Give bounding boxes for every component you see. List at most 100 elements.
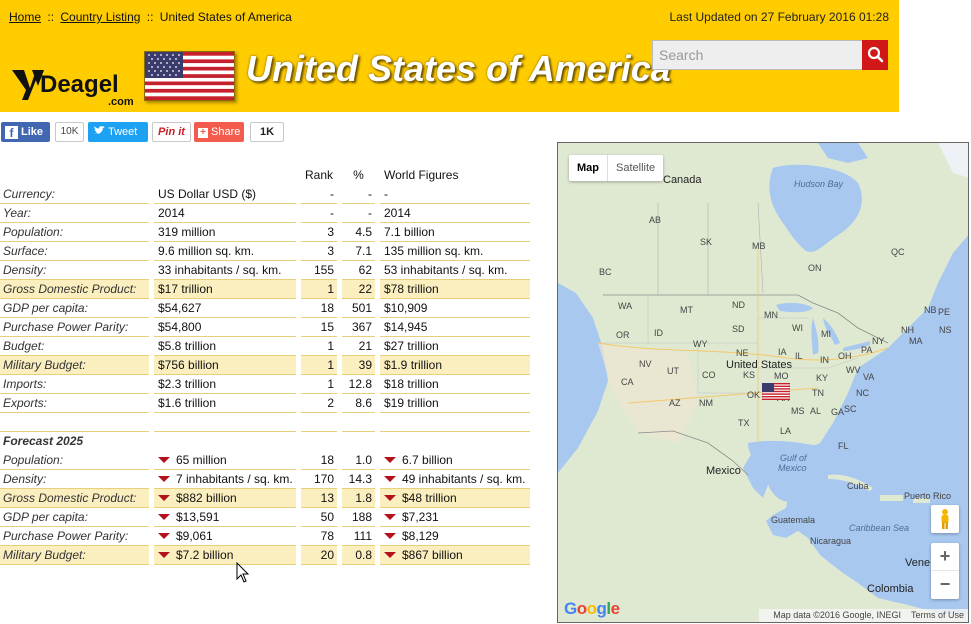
map-label-united-states: United States — [726, 359, 793, 371]
breadcrumb-current: United States of America — [159, 10, 292, 24]
row-label: Exports: — [0, 394, 149, 413]
down-arrow-icon — [158, 514, 170, 520]
down-arrow-icon — [384, 514, 396, 520]
google-logo-text: Google — [564, 599, 620, 618]
map-label-pa: PA — [861, 345, 873, 355]
row-world-figure-text: - — [384, 187, 388, 201]
row-rank-text: 2 — [327, 396, 334, 410]
search-button[interactable] — [862, 40, 888, 70]
row-label: Year: — [0, 204, 149, 223]
twitter-bird-icon — [94, 122, 105, 142]
row-rank-text: 3 — [327, 244, 334, 258]
row-world-figure-text: 53 inhabitants / sq. km. — [384, 263, 508, 277]
map-label-sk: SK — [700, 237, 713, 247]
row-percent-text: 367 — [351, 320, 372, 334]
zoom-out-button[interactable]: − — [931, 571, 959, 599]
table-row: Gross Domestic Product: $17 trillion 1 22 $7… — [0, 280, 530, 299]
row-value: $9,061 — [154, 527, 296, 546]
table-row: Density: 33 inhabitants / sq. km. 155 62 53 … — [0, 261, 530, 280]
row-percent-text: 14.3 — [348, 472, 372, 486]
row-rank-text: 50 — [320, 510, 334, 524]
row-world-figure-text: $8,129 — [402, 529, 439, 543]
plus-icon: + — [198, 128, 208, 138]
row-percent: 1.8 — [342, 489, 375, 508]
row-world-figure-text: 7.1 billion — [384, 225, 435, 239]
terms-of-use-link[interactable]: Terms of Use — [911, 610, 964, 620]
row-rank: 50 — [301, 508, 337, 527]
facebook-like-button[interactable]: f Like — [1, 122, 50, 142]
row-label-text: Purchase Power Parity: — [3, 529, 129, 543]
facebook-like-count: 10K — [55, 122, 84, 142]
row-value: $1.6 trillion — [154, 394, 296, 413]
share-count: 1K — [250, 122, 284, 142]
row-world-figure-text: 49 inhabitants / sq. km. — [402, 472, 526, 486]
row-world-figure-text: $48 trillion — [402, 491, 457, 505]
map-label-wi: WI — [792, 323, 803, 333]
breadcrumb-separator: :: — [47, 10, 55, 24]
map-label-ma: MA — [909, 336, 923, 346]
row-percent: - — [342, 204, 375, 223]
search-input[interactable] — [652, 40, 863, 70]
deagel-logo-mark-icon: Deagel .com — [12, 70, 134, 108]
row-world-figure: 7.1 billion — [380, 223, 530, 242]
row-percent-text: 62 — [358, 263, 372, 277]
down-arrow-icon — [384, 533, 396, 539]
map-label-nicaragua: Nicaragua — [810, 536, 852, 546]
row-value: 2014 — [154, 204, 296, 223]
map-view-tab[interactable]: Map — [569, 155, 607, 181]
breadcrumb-home-link[interactable]: Home — [9, 10, 41, 24]
map-label-ab: AB — [649, 215, 662, 225]
country-flag-marker[interactable] — [762, 383, 790, 400]
row-percent-text: 501 — [351, 301, 372, 315]
row-label: GDP per capita: — [0, 299, 149, 318]
map-label-ms: MS — [791, 406, 805, 416]
pinterest-pin-button[interactable]: Pin it — [152, 122, 191, 142]
row-rank-text: 15 — [320, 320, 334, 334]
logo-text: Deagel — [40, 71, 119, 98]
row-world-figure: $867 billion — [380, 546, 530, 565]
row-label-text: Imports: — [3, 377, 47, 391]
row-rank-text: 1 — [327, 339, 334, 353]
row-percent-text: - — [368, 187, 372, 201]
row-world-figure: 53 inhabitants / sq. km. — [380, 261, 530, 280]
row-value-text: $2.3 trillion — [158, 377, 217, 391]
google-logo[interactable]: Google — [564, 599, 620, 619]
table-row: Density: 7 inhabitants / sq. km. 170 14.3 49… — [0, 470, 530, 489]
row-rank: 20 — [301, 546, 337, 565]
map-label-nv: NV — [639, 359, 652, 369]
row-label: Density: — [0, 470, 149, 489]
row-percent-text: 111 — [353, 529, 372, 543]
deagel-logo[interactable]: Deagel .com — [10, 66, 136, 108]
map-label-nb: NB — [924, 305, 937, 315]
map-label-ut: UT — [667, 366, 679, 376]
down-arrow-icon — [384, 495, 396, 501]
spacer-row — [0, 413, 530, 432]
world-figures-column-header: World Figures — [384, 168, 459, 182]
table-row: Currency: US Dollar USD ($) - - - — [0, 185, 530, 204]
row-rank: 18 — [301, 451, 337, 470]
satellite-view-tab[interactable]: Satellite — [607, 155, 663, 181]
zoom-in-button[interactable]: + — [931, 543, 959, 571]
row-value-text: 319 million — [158, 225, 216, 239]
row-world-figure-text: 135 million sq. km. — [384, 244, 484, 258]
tweet-button[interactable]: Tweet — [88, 122, 148, 142]
row-value-text: $7.2 billion — [176, 548, 234, 562]
row-world-figure-text: $18 trillion — [384, 377, 439, 391]
row-label: Density: — [0, 261, 149, 280]
street-view-pegman-button[interactable] — [931, 505, 959, 533]
row-percent-text: 39 — [358, 358, 372, 372]
row-world-figure-text: $14,945 — [384, 320, 428, 334]
row-label: Military Budget: — [0, 356, 149, 375]
breadcrumb-country-listing-link[interactable]: Country Listing — [60, 10, 140, 24]
map-label-tx: TX — [738, 418, 750, 428]
map-label-hudson-bay: Hudson Bay — [794, 179, 844, 189]
row-label: Budget: — [0, 337, 149, 356]
row-rank-text: 3 — [327, 225, 334, 239]
row-label-text: Population: — [3, 453, 64, 467]
share-button[interactable]: + Share — [194, 122, 244, 142]
row-percent: 14.3 — [342, 470, 375, 489]
google-map[interactable]: Map Satellite Canada Hudson Bay AB SK MB… — [557, 142, 969, 623]
row-label: Military Budget: — [0, 546, 149, 565]
row-value: $882 billion — [154, 489, 296, 508]
row-rank: 15 — [301, 318, 337, 337]
